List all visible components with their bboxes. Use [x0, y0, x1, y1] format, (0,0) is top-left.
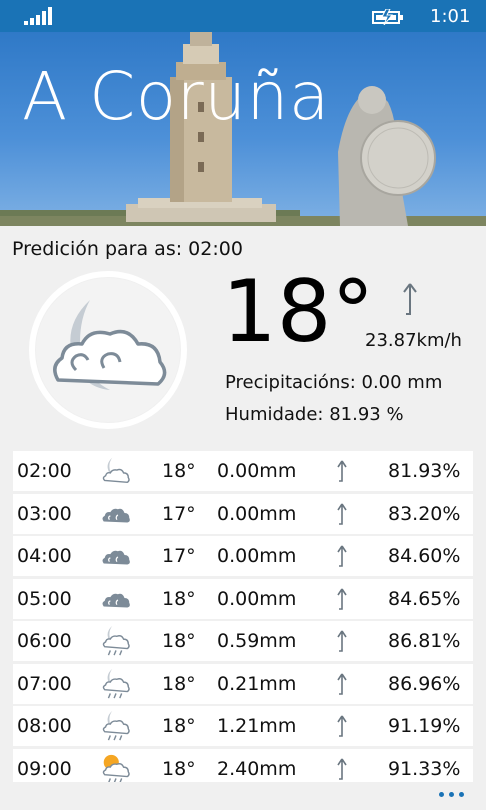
more-dot-icon	[439, 792, 444, 797]
humidity-value: Humidade: 81.93 %	[225, 404, 404, 425]
wind-direction-icon	[337, 503, 347, 525]
hour-time: 09:00	[17, 757, 72, 780]
hourly-row[interactable]: 03:00 17° 0.00mm 83.20%	[13, 493, 473, 534]
hour-time: 03:00	[17, 502, 72, 525]
hour-precipitation: 0.59mm	[217, 630, 297, 652]
moon-cloud-rain-icon	[102, 625, 130, 656]
wind-direction-icon	[337, 460, 347, 482]
hour-time: 05:00	[17, 587, 72, 610]
hour-temperature: 18°	[162, 587, 196, 610]
hour-temperature: 18°	[162, 672, 196, 695]
city-header-banner: A Coruña	[0, 32, 486, 226]
wind-direction-icon	[337, 630, 347, 652]
precipitation-value: Precipitacións: 0.00 mm	[225, 372, 443, 393]
hour-time: 06:00	[17, 630, 72, 652]
hour-humidity: 91.19%	[388, 715, 461, 737]
app-bar	[0, 782, 486, 810]
hourly-row[interactable]: 04:00 17° 0.00mm 84.60%	[13, 536, 473, 576]
hourly-row[interactable]: 07:00 18° 0.21mm 86.96%	[13, 663, 473, 704]
moon-cloud-rain-icon	[102, 668, 130, 698]
hourly-row[interactable]: 08:00 18° 1.21mm 91.19%	[13, 706, 473, 746]
hour-precipitation: 1.21mm	[217, 715, 297, 737]
status-bar: 1:01	[0, 0, 486, 32]
more-options-button[interactable]	[434, 792, 464, 797]
moon-cloud-icon	[102, 457, 130, 484]
hour-time: 07:00	[17, 672, 72, 695]
hour-humidity: 84.65%	[388, 587, 461, 610]
battery-charging-icon	[372, 9, 403, 25]
hour-precipitation: 0.00mm	[217, 545, 297, 567]
wind-direction-icon	[403, 283, 417, 315]
hourly-row[interactable]: 06:00 18° 0.59mm 86.81%	[13, 621, 473, 661]
hourly-row[interactable]: 02:00 18° 0.00mm 81.93%	[13, 451, 473, 491]
status-time: 1:01	[430, 6, 471, 27]
hour-temperature: 18°	[162, 460, 196, 482]
hour-humidity: 81.93%	[388, 460, 461, 482]
current-temperature: 18°	[222, 262, 375, 362]
cloud-icon	[102, 593, 130, 607]
wind-direction-icon	[337, 588, 347, 610]
wind-speed: 23.87km/h	[365, 330, 462, 351]
hourly-row[interactable]: 05:00 18° 0.00mm 84.65%	[13, 578, 473, 619]
hour-humidity: 83.20%	[388, 502, 461, 525]
more-dot-icon	[449, 792, 454, 797]
hour-temperature: 18°	[162, 715, 196, 737]
cloud-icon	[102, 508, 130, 522]
hour-precipitation: 0.00mm	[217, 460, 297, 482]
wind-direction-icon	[337, 715, 347, 737]
hour-time: 04:00	[17, 545, 72, 567]
moon-cloud-rain-icon	[102, 710, 130, 741]
hour-precipitation: 0.00mm	[217, 502, 297, 525]
hour-precipitation: 0.21mm	[217, 672, 297, 695]
hour-humidity: 84.60%	[388, 545, 461, 567]
moon-cloud-icon	[29, 271, 187, 429]
cloud-icon	[102, 550, 130, 565]
hourly-forecast-list[interactable]: 02:00 18° 0.00mm 81.93% 03:00 17° 0.00mm 83.20%…	[13, 451, 473, 791]
hour-humidity: 86.81%	[388, 630, 461, 652]
hour-time: 02:00	[17, 460, 72, 482]
signal-strength-icon	[24, 7, 52, 25]
hour-temperature: 17°	[162, 545, 196, 567]
hour-humidity: 86.96%	[388, 672, 461, 695]
wind-direction-icon	[337, 758, 347, 780]
hour-temperature: 18°	[162, 757, 196, 780]
wind-direction-icon	[337, 545, 347, 567]
wind-direction-icon	[337, 673, 347, 695]
hour-time: 08:00	[17, 715, 72, 737]
hour-precipitation: 2.40mm	[217, 757, 297, 780]
sun-cloud-rain-icon	[102, 754, 130, 783]
hour-temperature: 18°	[162, 630, 196, 652]
hour-precipitation: 0.00mm	[217, 587, 297, 610]
forecast-time-label: Predición para as: 02:00	[12, 238, 243, 260]
hour-humidity: 91.33%	[388, 757, 461, 780]
hour-temperature: 17°	[162, 502, 196, 525]
city-name: A Coruña	[22, 58, 330, 135]
more-dot-icon	[459, 792, 464, 797]
